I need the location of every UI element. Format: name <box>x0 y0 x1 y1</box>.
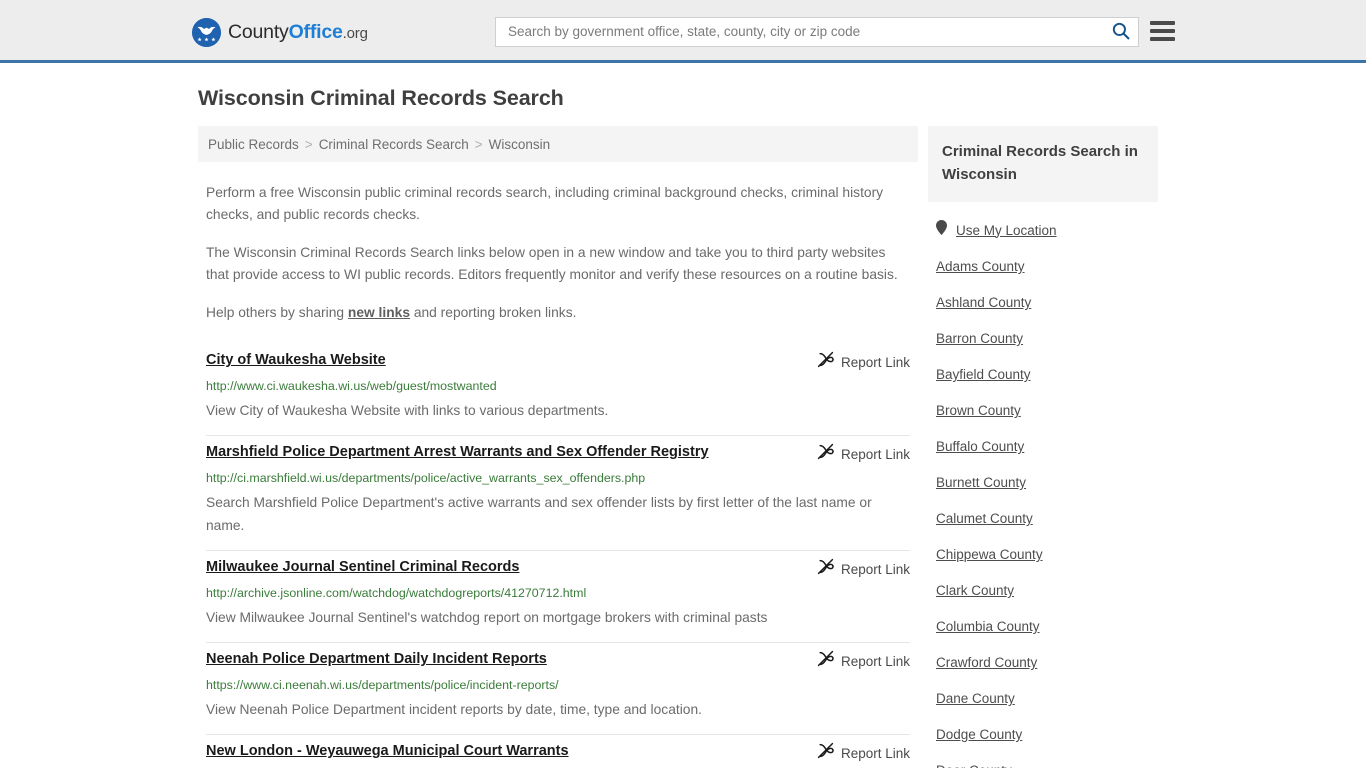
intro-paragraph-3-after: and reporting broken links. <box>410 305 577 320</box>
listing-title-link[interactable]: Marshfield Police Department Arrest Warr… <box>206 442 817 462</box>
broken-link-icon <box>817 443 834 465</box>
sidebar-county-brown[interactable]: Brown County <box>928 393 1158 429</box>
sidebar-county-chippewa[interactable]: Chippewa County <box>928 537 1158 573</box>
report-link-label: Report Link <box>840 354 910 370</box>
report-link-label: Report Link <box>840 745 910 761</box>
listing-url[interactable]: https://www.ci.neenah.wi.us/departments/… <box>206 677 910 694</box>
sidebar: Criminal Records Search in Wisconsin Use… <box>918 126 1158 768</box>
intro-paragraph-3: Help others by sharing new links and rep… <box>206 302 910 324</box>
listing-description: View Neenah Police Department incident r… <box>206 702 702 717</box>
site-logo[interactable]: CountyOffice.org <box>192 18 368 47</box>
sidebar-county-columbia[interactable]: Columbia County <box>928 609 1158 645</box>
search-button[interactable] <box>1104 18 1138 46</box>
breadcrumb-item-public-records[interactable]: Public Records <box>208 137 299 152</box>
listing-header: City of Waukesha Website Report Link <box>206 350 910 373</box>
listing-title-link[interactable]: City of Waukesha Website <box>206 350 817 370</box>
site-logo-text: CountyOffice.org <box>228 20 368 43</box>
hamburger-menu-icon[interactable] <box>1150 19 1175 43</box>
breadcrumb: Public Records > Criminal Records Search… <box>198 126 918 162</box>
search-icon <box>1112 22 1130 43</box>
use-my-location-button[interactable]: Use My Location <box>928 210 1158 249</box>
breadcrumb-separator: > <box>304 136 313 152</box>
intro-paragraph-1: Perform a free Wisconsin public criminal… <box>206 185 884 222</box>
report-link-button[interactable]: Report Link <box>817 350 910 373</box>
intro-paragraph-2: The Wisconsin Criminal Records Search li… <box>206 245 898 282</box>
page-title: Wisconsin Criminal Records Search <box>198 86 564 110</box>
listings-container: City of Waukesha Website Report Link htt… <box>198 344 918 768</box>
listing-item: Milwaukee Journal Sentinel Criminal Reco… <box>206 551 910 643</box>
listing-title-link[interactable]: New London - Weyauwega Municipal Court W… <box>206 741 817 761</box>
listing-description: View Milwaukee Journal Sentinel's watchd… <box>206 610 768 625</box>
search-input[interactable] <box>496 19 1104 45</box>
site-header: CountyOffice.org <box>0 0 1366 63</box>
main-content: Public Records > Criminal Records Search… <box>188 126 918 768</box>
listing-header: Marshfield Police Department Arrest Warr… <box>206 442 910 465</box>
report-link-button[interactable]: Report Link <box>817 557 910 580</box>
listing-header: Milwaukee Journal Sentinel Criminal Reco… <box>206 557 910 580</box>
listing-description: View City of Waukesha Website with links… <box>206 403 609 418</box>
sidebar-county-clark[interactable]: Clark County <box>928 573 1158 609</box>
listing-header: Neenah Police Department Daily Incident … <box>206 649 910 672</box>
listing-url[interactable]: http://archive.jsonline.com/watchdog/wat… <box>206 585 910 602</box>
logo-text-office: Office <box>288 20 343 43</box>
sidebar-county-list: Use My Location Adams County Ashland Cou… <box>928 210 1158 768</box>
sidebar-county-bayfield[interactable]: Bayfield County <box>928 357 1158 393</box>
listing-item: New London - Weyauwega Municipal Court W… <box>206 735 910 768</box>
sidebar-county-buffalo[interactable]: Buffalo County <box>928 429 1158 465</box>
listing-item: Neenah Police Department Daily Incident … <box>206 643 910 735</box>
listing-item: City of Waukesha Website Report Link htt… <box>206 344 910 436</box>
sidebar-county-calumet[interactable]: Calumet County <box>928 501 1158 537</box>
sidebar-county-door[interactable]: Door County <box>928 753 1158 768</box>
listing-title-link[interactable]: Neenah Police Department Daily Incident … <box>206 649 817 669</box>
logo-text-org: .org <box>342 24 368 42</box>
logo-text-county: County <box>228 20 289 43</box>
sidebar-county-ashland[interactable]: Ashland County <box>928 285 1158 321</box>
report-link-label: Report Link <box>840 653 910 669</box>
use-my-location-label: Use My Location <box>956 222 1057 238</box>
map-pin-icon <box>936 220 947 240</box>
report-link-button[interactable]: Report Link <box>817 741 910 764</box>
breadcrumb-item-wisconsin: Wisconsin <box>488 136 551 152</box>
listing-url[interactable]: http://ci.marshfield.wi.us/departments/p… <box>206 470 910 487</box>
breadcrumb-item-criminal-records-search[interactable]: Criminal Records Search <box>319 137 469 152</box>
sidebar-county-adams[interactable]: Adams County <box>928 249 1158 285</box>
breadcrumb-separator: > <box>474 136 483 152</box>
intro-section: Perform a free Wisconsin public criminal… <box>198 182 918 324</box>
hamburger-bar <box>1150 29 1175 33</box>
search-bar <box>495 17 1139 47</box>
sidebar-county-dodge[interactable]: Dodge County <box>928 717 1158 753</box>
sidebar-county-dane[interactable]: Dane County <box>928 681 1158 717</box>
sidebar-county-barron[interactable]: Barron County <box>928 321 1158 357</box>
hamburger-bar <box>1150 21 1175 25</box>
sidebar-county-burnett[interactable]: Burnett County <box>928 465 1158 501</box>
report-link-label: Report Link <box>840 561 910 577</box>
broken-link-icon <box>817 742 834 764</box>
broken-link-icon <box>817 650 834 672</box>
eagle-shield-logo-icon <box>192 18 221 47</box>
report-link-button[interactable]: Report Link <box>817 649 910 672</box>
broken-link-icon <box>817 351 834 373</box>
hamburger-bar <box>1150 37 1175 41</box>
listing-item: Marshfield Police Department Arrest Warr… <box>206 436 910 551</box>
report-link-label: Report Link <box>840 446 910 462</box>
sidebar-heading: Criminal Records Search in Wisconsin <box>942 143 1138 183</box>
intro-paragraph-3-before: Help others by sharing <box>206 305 348 320</box>
new-links-link[interactable]: new links <box>348 305 410 320</box>
sidebar-county-crawford[interactable]: Crawford County <box>928 645 1158 681</box>
page-body: Wisconsin Criminal Records Search Public… <box>0 63 1366 768</box>
broken-link-icon <box>817 558 834 580</box>
listing-header: New London - Weyauwega Municipal Court W… <box>206 741 910 764</box>
sidebar-heading-box: Criminal Records Search in Wisconsin <box>928 126 1158 202</box>
listing-title-link[interactable]: Milwaukee Journal Sentinel Criminal Reco… <box>206 557 817 577</box>
listing-url[interactable]: http://www.ci.waukesha.wi.us/web/guest/m… <box>206 378 910 395</box>
report-link-button[interactable]: Report Link <box>817 442 910 465</box>
listing-description: Search Marshfield Police Department's ac… <box>206 495 872 533</box>
